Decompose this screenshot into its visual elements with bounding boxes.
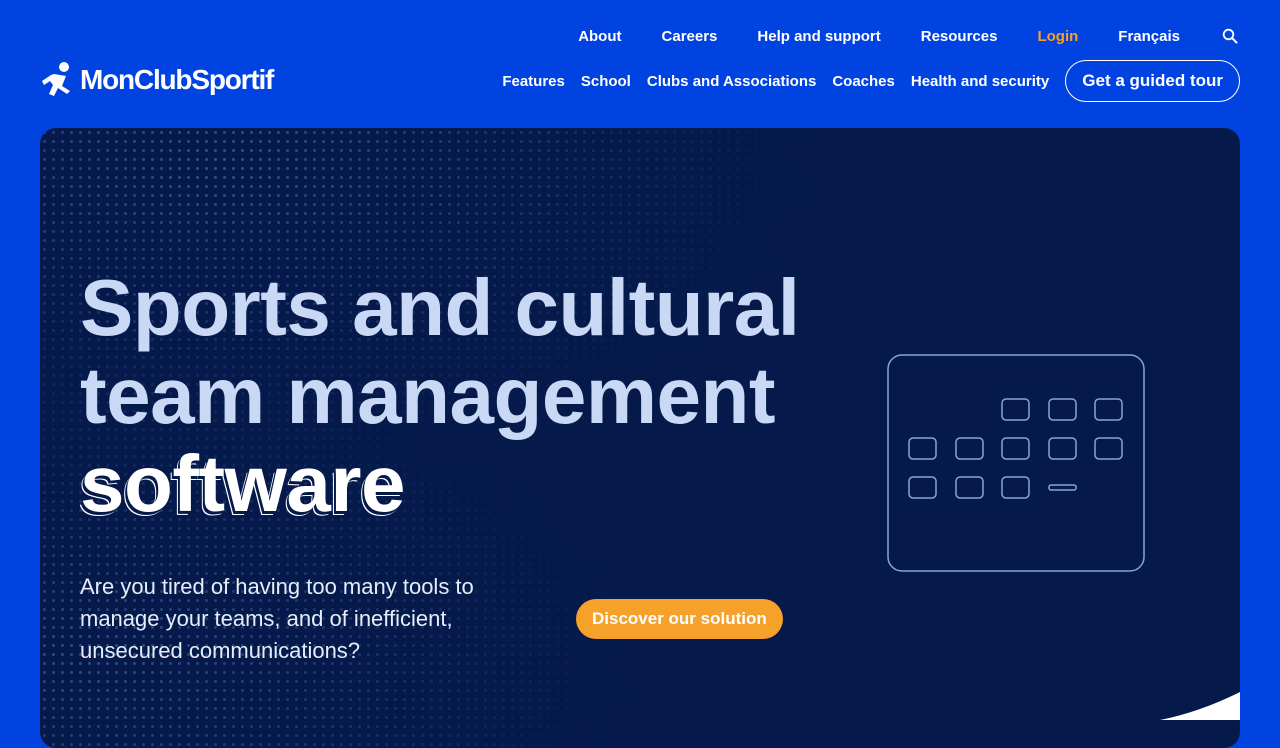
hero-section: Sports and cultural team management soft… bbox=[40, 128, 1240, 748]
nav-school[interactable]: School bbox=[581, 73, 631, 90]
hero-title-highlight: software bbox=[80, 439, 405, 528]
runner-logo-icon bbox=[42, 62, 70, 96]
site-header: MonClubSportif About Careers Help and su… bbox=[0, 0, 1280, 128]
guided-tour-button[interactable]: Get a guided tour bbox=[1065, 60, 1240, 102]
discover-solution-button[interactable]: Discover our solution bbox=[576, 599, 783, 639]
nav-language[interactable]: Français bbox=[1118, 28, 1180, 45]
hero-title: Sports and cultural team management soft… bbox=[80, 264, 800, 528]
hero-title-line-2: team management bbox=[80, 351, 775, 440]
logo[interactable]: MonClubSportif bbox=[40, 60, 274, 100]
main-nav: Features School Clubs and Associations C… bbox=[486, 60, 1240, 102]
search-button[interactable] bbox=[1220, 26, 1240, 46]
nav-resources[interactable]: Resources bbox=[921, 28, 998, 45]
top-nav: About Careers Help and support Resources… bbox=[538, 24, 1240, 48]
nav-coaches[interactable]: Coaches bbox=[832, 73, 895, 90]
nav-login[interactable]: Login bbox=[1037, 28, 1078, 45]
nav-careers[interactable]: Careers bbox=[662, 28, 718, 45]
decorative-curve bbox=[1160, 692, 1240, 720]
nav-features[interactable]: Features bbox=[502, 73, 565, 90]
nav-clubs-and-associations[interactable]: Clubs and Associations bbox=[647, 73, 816, 90]
hero-title-line-1: Sports and cultural bbox=[80, 263, 800, 352]
brand-name: MonClubSportif bbox=[80, 64, 274, 95]
nav-about[interactable]: About bbox=[578, 28, 621, 45]
search-icon bbox=[1222, 28, 1238, 44]
nav-help-and-support[interactable]: Help and support bbox=[757, 28, 880, 45]
nav-health-and-security[interactable]: Health and security bbox=[911, 73, 1049, 90]
calendar-icon bbox=[887, 354, 1145, 572]
hero-subtitle: Are you tired of having too many tools t… bbox=[80, 574, 474, 663]
